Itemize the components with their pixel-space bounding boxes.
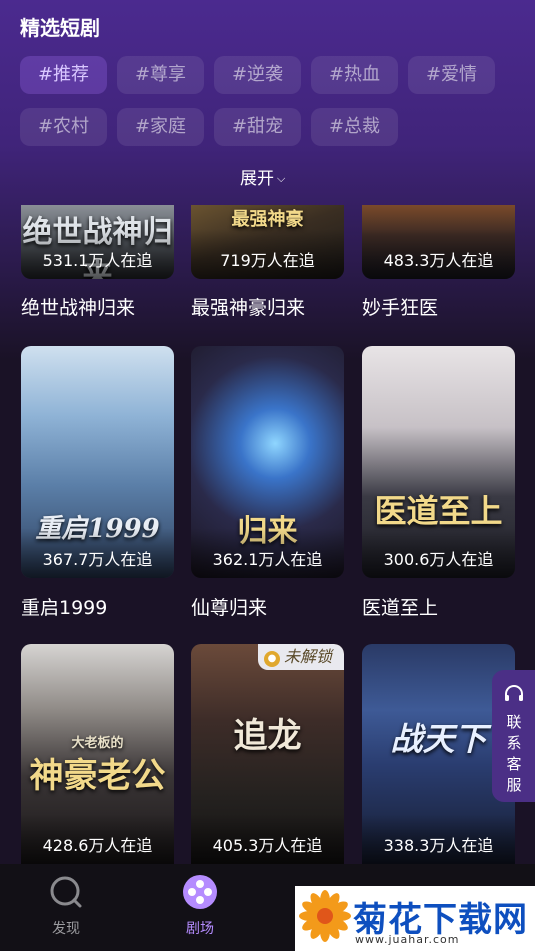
drama-poster: 大老板的 神豪老公 428.6万人在追 — [21, 644, 174, 864]
customer-service-label: 联系客服 — [506, 713, 522, 794]
watch-count: 362.1万人在追 — [212, 550, 323, 569]
nav-theater[interactable]: 剧场 — [160, 872, 240, 938]
drama-card[interactable]: 追龙 405.3万人在追 ● 未解锁 — [191, 644, 344, 864]
tag-family[interactable]: #家庭 — [117, 108, 204, 146]
drama-card[interactable]: 最强神豪 719万人在追 最强神豪归来 — [191, 205, 344, 319]
drama-poster: 最强神豪 719万人在追 — [191, 205, 344, 279]
poster-title-art: 追龙 — [233, 716, 302, 756]
watch-count: 483.3万人在追 — [383, 251, 494, 270]
theater-icon — [183, 875, 217, 909]
drama-title: 重启1999 — [21, 597, 108, 619]
watch-count: 405.3万人在追 — [212, 836, 323, 855]
drama-card[interactable]: 医道至上 300.6万人在追 医道至上 — [362, 346, 515, 619]
drama-card[interactable]: 483.3万人在追 妙手狂医 — [362, 205, 515, 319]
nav-theater-label: 剧场 — [186, 921, 214, 937]
drama-card[interactable]: 归来 362.1万人在追 仙尊归来 — [191, 346, 344, 619]
drama-poster: 医道至上 300.6万人在追 — [362, 346, 515, 578]
drama-card[interactable]: 大老板的 神豪老公 428.6万人在追 — [21, 644, 174, 864]
locked-badge: ● 未解锁 — [257, 644, 344, 670]
tag-sweet[interactable]: #甜宠 — [214, 108, 301, 146]
drama-poster: 重启1999 367.7万人在追 — [21, 346, 174, 578]
drama-title: 绝世战神归来 — [21, 297, 136, 319]
locked-label: 未解锁 — [283, 647, 332, 666]
chrysanthemum-icon — [299, 890, 351, 942]
watch-count: 531.1万人在追 — [42, 251, 153, 270]
tag-rural[interactable]: #农村 — [20, 108, 107, 146]
page-title: 精选短剧 — [20, 16, 100, 40]
drama-title: 仙尊归来 — [191, 597, 268, 619]
drama-title: 最强神豪归来 — [191, 297, 306, 319]
watch-count: 428.6万人在追 — [42, 836, 153, 855]
nav-discover[interactable]: 发现 — [26, 872, 106, 938]
drama-poster: 483.3万人在追 — [362, 205, 515, 279]
tag-romance[interactable]: #爱情 — [408, 56, 495, 94]
watch-count: 367.7万人在追 — [42, 550, 153, 569]
drama-poster: 追龙 405.3万人在追 ● 未解锁 — [191, 644, 344, 864]
poster-title-art: 神豪老公 — [29, 756, 166, 796]
tag-ceo[interactable]: #总裁 — [311, 108, 398, 146]
poster-title-art: 医道至上 — [374, 492, 503, 530]
drama-title: 医道至上 — [362, 597, 439, 619]
tag-recommend[interactable]: #推荐 — [20, 56, 107, 94]
discover-icon — [50, 876, 82, 908]
chevron-down-icon: ⌵ — [277, 172, 286, 185]
tag-action[interactable]: #热血 — [311, 56, 398, 94]
drama-card[interactable]: 重启1999 367.7万人在追 重启1999 — [21, 346, 174, 619]
nav-discover-label: 发现 — [52, 921, 80, 937]
expand-label: 展开 — [240, 169, 274, 189]
poster-title-art: 最强神豪 — [231, 209, 304, 230]
drama-poster: 归来 362.1万人在追 — [191, 346, 344, 578]
watch-count: 719万人在追 — [220, 251, 315, 270]
watch-count: 338.3万人在追 — [383, 836, 494, 855]
watch-count: 300.6万人在追 — [383, 550, 494, 569]
drama-card[interactable]: 绝世战神归来 531.1万人在追 绝世战神归来 — [21, 205, 174, 319]
drama-poster: 绝世战神归来 531.1万人在追 — [21, 205, 174, 279]
lock-icon: ● — [263, 651, 280, 667]
watermark-logo: 菊花下载网 www.juahar.com — [295, 886, 535, 951]
expand-tags-button[interactable]: 展开 ⌵ — [240, 164, 285, 189]
headset-icon — [505, 685, 523, 701]
watermark-url: www.juahar.com — [355, 933, 460, 946]
customer-service-tab[interactable]: 联系客服 — [492, 670, 535, 802]
tag-comeback[interactable]: #逆袭 — [214, 56, 301, 94]
tag-premium[interactable]: #尊享 — [117, 56, 204, 94]
drama-title: 妙手狂医 — [362, 297, 439, 319]
